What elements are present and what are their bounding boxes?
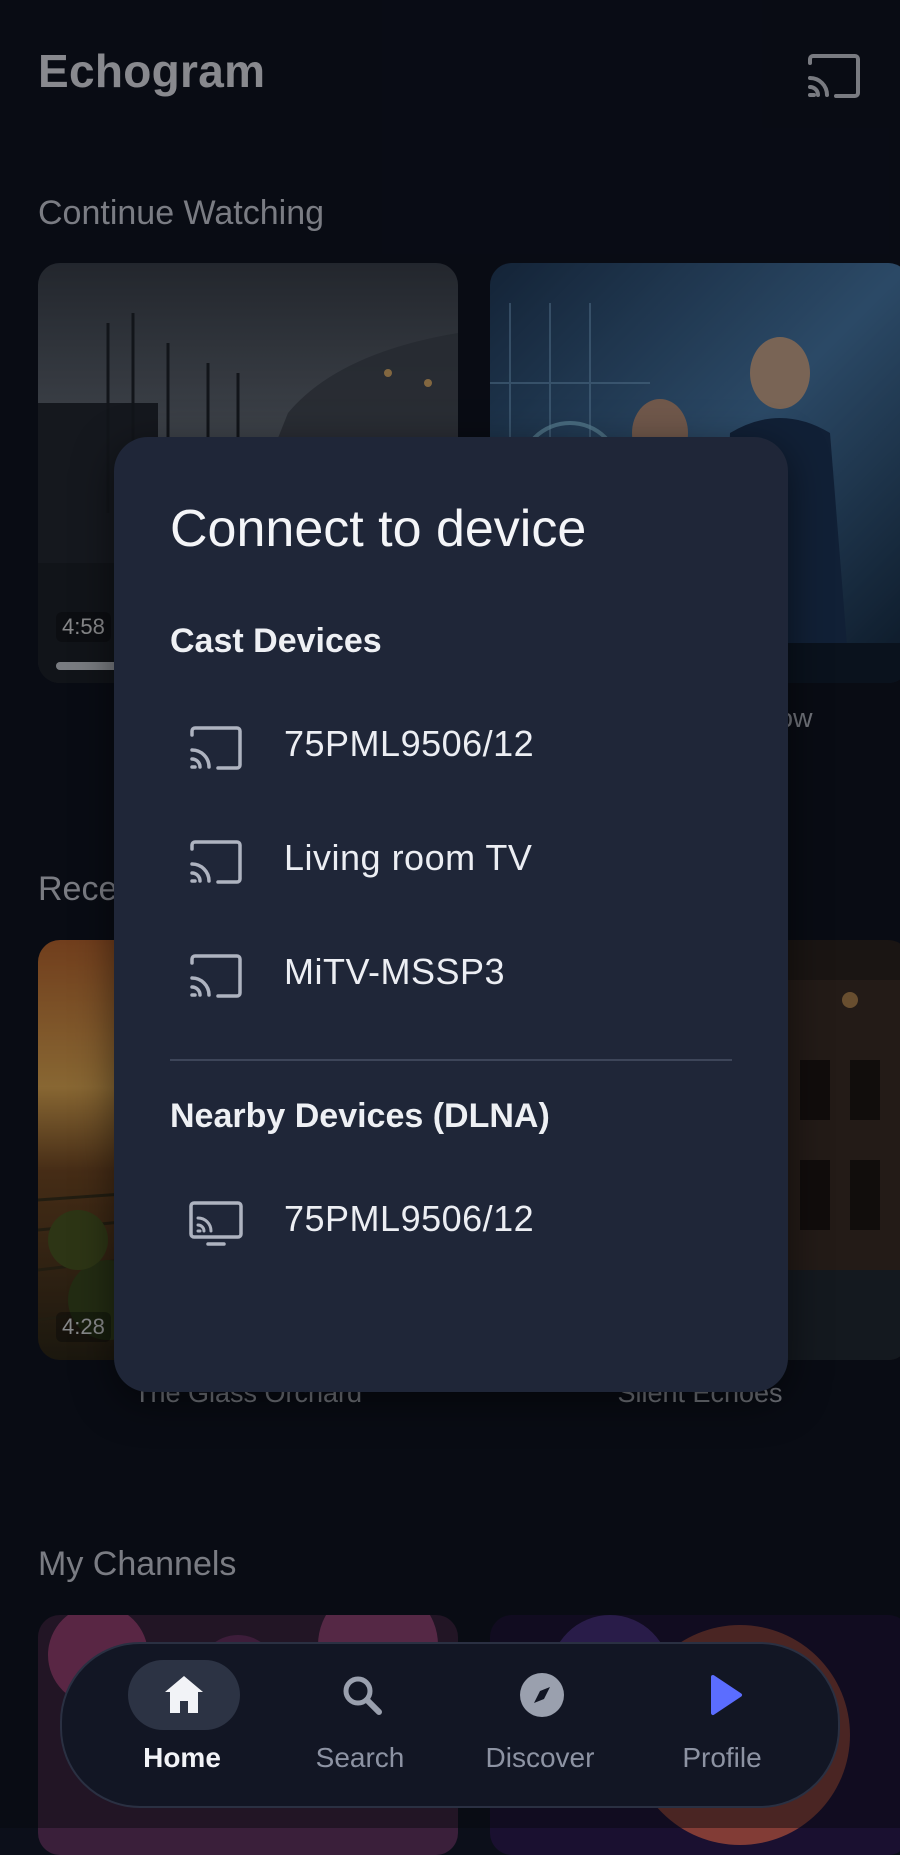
dialog-title: Connect to device — [170, 500, 587, 558]
home-icon — [165, 1676, 203, 1713]
search-icon — [343, 1676, 382, 1715]
nav-search-label: Search — [315, 1742, 405, 1773]
tv-cast-icon — [189, 1201, 243, 1246]
dialog-divider — [170, 1059, 732, 1061]
cast-device-item[interactable]: MiTV-MSSP3 — [114, 925, 788, 1025]
cast-device-item[interactable]: 75PML9506/12 — [114, 697, 788, 797]
nav-discover-label: Discover — [485, 1742, 595, 1773]
cast-device-item[interactable]: Living room TV — [114, 811, 788, 911]
nav-profile[interactable]: Profile — [642, 1644, 802, 1810]
device-name: 75PML9506/12 — [284, 1198, 535, 1239]
cast-devices-heading: Cast Devices — [170, 622, 382, 660]
cast-icon — [190, 840, 242, 884]
nav-home[interactable]: Home — [102, 1644, 262, 1810]
nav-home-label: Home — [143, 1742, 221, 1773]
dlna-devices-heading: Nearby Devices (DLNA) — [170, 1097, 550, 1135]
connect-device-dialog: Connect to device Cast Devices 75PML9506… — [114, 437, 788, 1392]
nav-search[interactable]: Search — [280, 1644, 440, 1810]
nav-profile-label: Profile — [682, 1742, 762, 1773]
device-name: Living room TV — [284, 837, 533, 878]
cast-icon — [190, 954, 242, 998]
cast-icon — [190, 726, 242, 770]
device-name: 75PML9506/12 — [284, 723, 535, 764]
bottom-navigation: Home Search Discover Profile — [60, 1642, 840, 1808]
dlna-device-item[interactable]: 75PML9506/12 — [114, 1172, 788, 1272]
device-name: MiTV-MSSP3 — [284, 951, 506, 992]
play-icon — [711, 1675, 742, 1715]
compass-icon — [520, 1673, 564, 1717]
nav-discover[interactable]: Discover — [460, 1644, 620, 1810]
